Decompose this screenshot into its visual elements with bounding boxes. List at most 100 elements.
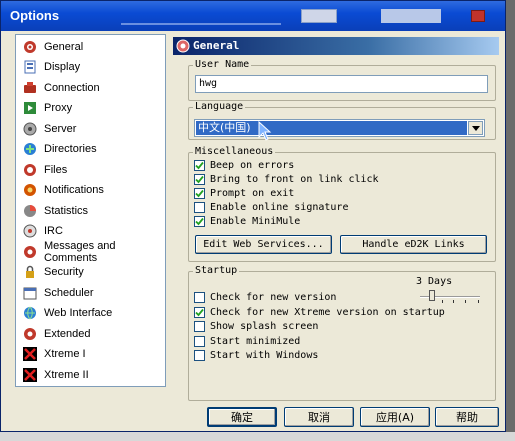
- checkbox-label: Enable MiniMule: [210, 216, 301, 227]
- slider-tick: [453, 300, 454, 303]
- cancel-button[interactable]: 取消: [284, 407, 354, 427]
- misc-checkbox-row[interactable]: Prompt on exit: [194, 188, 294, 199]
- checkbox[interactable]: [194, 216, 205, 227]
- irc-icon: [23, 224, 37, 238]
- checkbox[interactable]: [194, 292, 205, 303]
- ok-button[interactable]: 确定: [207, 407, 277, 427]
- nav-item-label: Statistics: [44, 204, 89, 217]
- mouse-cursor-icon: [258, 121, 272, 141]
- edit-web-services-button[interactable]: Edit Web Services...: [195, 235, 332, 254]
- nav-item-display[interactable]: Display: [18, 58, 164, 77]
- handle-ed2k-links-button[interactable]: Handle eD2K Links: [340, 235, 487, 254]
- startup-legend: Startup: [193, 265, 240, 276]
- nav-item-security[interactable]: Security: [18, 263, 164, 282]
- checkmark-icon: [195, 308, 204, 316]
- apply-button[interactable]: 应用(A): [360, 407, 430, 427]
- nav-item-directories[interactable]: Directories: [18, 140, 164, 159]
- checkbox-label: Enable online signature: [210, 202, 349, 213]
- notifications-icon: [23, 183, 37, 197]
- miscellaneous-group: Miscellaneous Edit Web Services... Handl…: [188, 146, 496, 262]
- title-bar[interactable]: Options: [1, 1, 505, 31]
- startup-group: Startup 3 Days Check for new version Chec…: [188, 265, 496, 401]
- background-taskbar-strip: [0, 432, 515, 441]
- panel-title: General: [193, 39, 240, 52]
- misc-checkbox-row[interactable]: Enable online signature: [194, 202, 348, 213]
- checkbox-label: Start minimized: [210, 335, 301, 347]
- nav-item-proxy[interactable]: Proxy: [18, 99, 164, 118]
- nav-item-statistics[interactable]: Statistics: [18, 201, 164, 220]
- misc-checkbox-row[interactable]: Enable MiniMule: [194, 216, 300, 227]
- display-icon: [23, 60, 37, 74]
- checkmark-icon: [195, 161, 204, 170]
- checkbox[interactable]: [194, 335, 205, 347]
- nav-item-extended[interactable]: Extended: [18, 324, 164, 343]
- nav-item-label: Display: [44, 61, 81, 73]
- nav-item-irc[interactable]: IRC: [18, 222, 164, 241]
- checkbox[interactable]: [194, 174, 205, 185]
- nav-item-scheduler[interactable]: Scheduler: [18, 283, 164, 302]
- checkmark-icon: [195, 217, 204, 226]
- proxy-icon: [23, 101, 37, 115]
- nav-item-label: General: [43, 40, 85, 53]
- checkbox-label: Bring to front on link click: [210, 174, 379, 185]
- startup-checkbox-row[interactable]: Check for new version: [194, 292, 336, 303]
- web-interface-icon: [23, 306, 37, 320]
- general-icon: [23, 40, 37, 54]
- startup-checkbox-row[interactable]: Start with Windows: [194, 350, 318, 361]
- connection-icon: [23, 81, 37, 95]
- language-select[interactable]: 中文(中国): [194, 119, 485, 137]
- checkbox[interactable]: [194, 306, 205, 318]
- scheduler-icon: [23, 286, 37, 300]
- checkmark-icon: [195, 175, 204, 184]
- update-interval-slider-thumb[interactable]: [429, 290, 435, 301]
- window-title: Options: [10, 8, 60, 23]
- security-icon: [23, 265, 37, 279]
- chevron-down-icon[interactable]: [468, 121, 483, 135]
- checkbox-label: Check for new Xtreme version on startup: [210, 306, 445, 318]
- checkbox-label: Beep on errors: [210, 160, 295, 171]
- nav-item-label: Directories: [44, 143, 97, 155]
- xtreme-icon: [23, 347, 37, 361]
- checkbox-label: Start with Windows: [210, 350, 319, 361]
- checkbox[interactable]: [194, 321, 205, 332]
- misc-checkbox-row[interactable]: Bring to front on link click: [194, 174, 379, 185]
- user-name-legend: User Name: [193, 59, 252, 70]
- slider-tick: [442, 300, 443, 303]
- checkbox[interactable]: [194, 160, 205, 171]
- nav-item-xtreme-ii[interactable]: Xtreme II: [18, 365, 164, 384]
- user-name-input[interactable]: hwg: [195, 75, 488, 93]
- nav-item-label: Security: [44, 266, 84, 278]
- miscellaneous-legend: Miscellaneous: [193, 146, 276, 157]
- checkbox[interactable]: [194, 188, 205, 199]
- nav-item-label: Extended: [44, 327, 91, 340]
- language-group: Language 中文(中国): [188, 101, 496, 140]
- nav-item-label: IRC: [44, 225, 63, 237]
- help-button[interactable]: 帮助: [435, 407, 499, 427]
- close-button[interactable]: [471, 10, 485, 22]
- language-selected-value: 中文(中国): [196, 121, 467, 135]
- misc-checkbox-row[interactable]: Beep on errors: [194, 160, 294, 171]
- startup-checkbox-row[interactable]: Check for new Xtreme version on startup: [194, 306, 445, 318]
- nav-item-server[interactable]: Server: [18, 119, 164, 138]
- nav-item-web-interface[interactable]: Web Interface: [18, 304, 164, 323]
- nav-item-label: Xtreme II: [44, 368, 89, 381]
- server-icon: [23, 122, 37, 136]
- nav-item-files[interactable]: Files: [18, 160, 164, 179]
- checkbox[interactable]: [194, 350, 205, 361]
- messages-icon: [23, 245, 37, 259]
- nav-item-connection[interactable]: Connection: [18, 78, 164, 97]
- files-icon: [23, 163, 37, 177]
- nav-item-notifications[interactable]: Notifications: [18, 181, 164, 200]
- nav-item-label: Notifications: [44, 184, 104, 196]
- update-interval-label: 3 Days: [416, 276, 453, 287]
- startup-checkbox-row[interactable]: Start minimized: [194, 335, 301, 347]
- nav-item-general[interactable]: General: [18, 37, 164, 56]
- extended-icon: [23, 327, 37, 341]
- statistics-icon: [23, 204, 37, 218]
- nav-item-messages-and-comments[interactable]: Messages and Comments: [18, 240, 164, 264]
- options-category-list[interactable]: General Display Connection Proxy Server Direc…: [15, 34, 166, 387]
- startup-checkbox-row[interactable]: Show splash screen: [194, 321, 318, 332]
- nav-item-xtreme-i[interactable]: Xtreme I: [18, 345, 164, 364]
- options-dialog: Options General Display Connection Proxy Ser…: [0, 0, 506, 432]
- checkbox[interactable]: [194, 202, 205, 213]
